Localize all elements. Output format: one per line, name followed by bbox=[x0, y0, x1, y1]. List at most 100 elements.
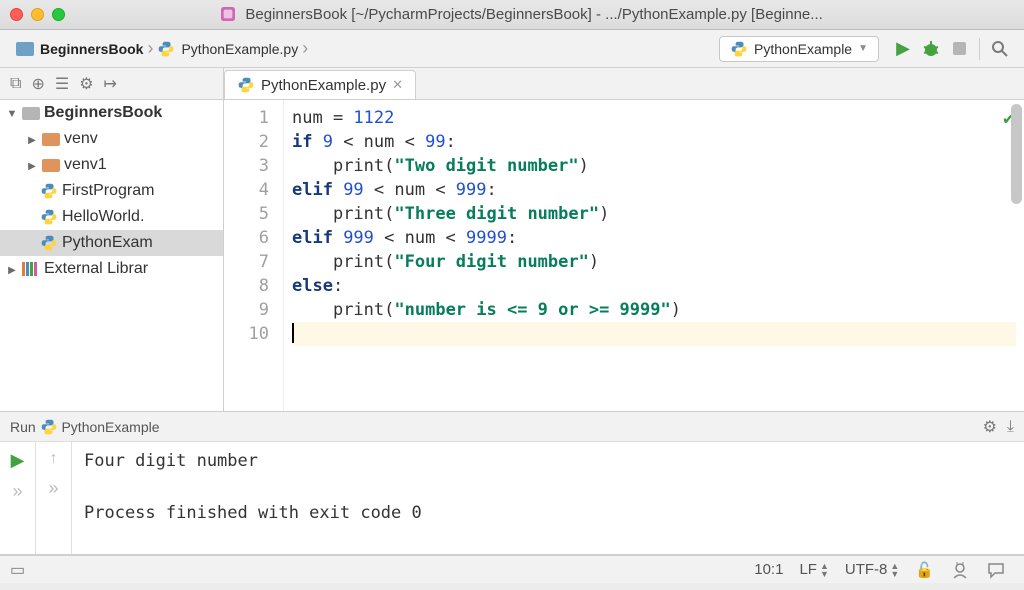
caret bbox=[292, 323, 294, 343]
run-config-label: PythonExample bbox=[754, 41, 852, 57]
console-output: Process finished with exit code 0 bbox=[84, 503, 422, 523]
tree-folder-label: venv1 bbox=[64, 156, 107, 174]
run-console[interactable]: Four digit number Process finished with … bbox=[72, 442, 1024, 554]
breadcrumb-project-label: BeginnersBook bbox=[40, 41, 143, 57]
project-toolbar: ⧉ ⊕ ☰ ⚙ ↦ bbox=[0, 68, 224, 99]
run-tool-window: Run PythonExample ⚙ ⤓ ▶ » ↑ » Four digit… bbox=[0, 412, 1024, 555]
run-tool-label: Run bbox=[10, 419, 36, 435]
breadcrumb-file[interactable]: PythonExample.py bbox=[151, 38, 304, 60]
expand-arrow-icon[interactable] bbox=[26, 132, 38, 146]
collapse-all-icon[interactable]: ☰ bbox=[55, 74, 69, 94]
chevron-right-icon: › bbox=[302, 38, 308, 59]
breadcrumb-file-label: PythonExample.py bbox=[181, 41, 298, 57]
code-line: print("Three digit number") bbox=[292, 202, 1016, 226]
folder-icon bbox=[16, 42, 34, 56]
editor-scrollbar[interactable] bbox=[1011, 104, 1022, 204]
main-area: BeginnersBook venv venv1 FirstProgram He… bbox=[0, 100, 1024, 412]
run-side-toolbar-1: ▶ » bbox=[0, 442, 36, 554]
code-line-current bbox=[292, 322, 1016, 346]
project-tree[interactable]: BeginnersBook venv venv1 FirstProgram He… bbox=[0, 100, 224, 411]
folder-icon bbox=[42, 133, 60, 146]
tree-external-label: External Librar bbox=[44, 260, 148, 278]
close-tab-icon[interactable]: ✕ bbox=[392, 77, 403, 93]
window-controls bbox=[10, 8, 65, 21]
search-icon bbox=[991, 40, 1009, 58]
maximize-window-button[interactable] bbox=[52, 8, 65, 21]
rerun-button[interactable]: ▶ bbox=[11, 450, 25, 471]
up-arrow-icon[interactable]: ↑ bbox=[50, 450, 58, 468]
chevron-double-icon[interactable]: » bbox=[48, 478, 58, 499]
folder-icon bbox=[42, 159, 60, 172]
stop-button[interactable] bbox=[947, 37, 971, 61]
module-icon bbox=[22, 107, 40, 120]
tree-file[interactable]: HelloWorld. bbox=[0, 204, 223, 230]
encoding-selector[interactable]: UTF-8▲▼ bbox=[845, 561, 899, 578]
close-window-button[interactable] bbox=[10, 8, 23, 21]
editor-tab-active[interactable]: PythonExample.py ✕ bbox=[224, 70, 416, 99]
tree-external-libraries[interactable]: External Librar bbox=[0, 256, 223, 282]
tree-file-label: FirstProgram bbox=[62, 182, 154, 200]
libraries-icon bbox=[22, 262, 40, 276]
stop-icon bbox=[953, 42, 966, 55]
inspector-icon[interactable] bbox=[950, 560, 970, 580]
expand-arrow-icon[interactable] bbox=[6, 106, 18, 120]
bug-icon bbox=[921, 39, 941, 59]
editor-tab-label: PythonExample.py bbox=[261, 77, 386, 94]
python-file-icon bbox=[40, 418, 58, 436]
python-file-icon bbox=[730, 40, 748, 58]
debug-button[interactable] bbox=[919, 37, 943, 61]
tree-folder[interactable]: venv bbox=[0, 126, 223, 152]
run-side-toolbar-2: ↑ » bbox=[36, 442, 72, 554]
caret-position[interactable]: 10:1 bbox=[754, 561, 783, 578]
tool-tab-bar: ⧉ ⊕ ☰ ⚙ ↦ PythonExample.py ✕ bbox=[0, 68, 1024, 100]
editor-content[interactable]: num = 1122 if 9 < num < 99: print("Two d… bbox=[284, 100, 1024, 411]
run-tool-config-label: PythonExample bbox=[61, 419, 159, 435]
search-everywhere-button[interactable] bbox=[988, 37, 1012, 61]
minimize-window-button[interactable] bbox=[31, 8, 44, 21]
tree-folder[interactable]: venv1 bbox=[0, 152, 223, 178]
tree-file-selected[interactable]: PythonExam bbox=[0, 230, 223, 256]
scroll-to-source-icon[interactable]: ⊕ bbox=[31, 74, 44, 94]
tree-file-label: PythonExam bbox=[62, 234, 153, 252]
settings-gear-icon[interactable]: ⚙ bbox=[79, 74, 93, 94]
code-line: elif 99 < num < 999: bbox=[292, 178, 1016, 202]
status-bar: ▭ 10:1 LF▲▼ UTF-8▲▼ 🔓 bbox=[0, 555, 1024, 583]
python-file-icon bbox=[40, 182, 58, 200]
python-file-icon bbox=[157, 40, 175, 58]
run-config-selector[interactable]: PythonExample ▼ bbox=[719, 36, 879, 62]
console-output: Four digit number bbox=[84, 451, 258, 471]
python-file-icon bbox=[40, 208, 58, 226]
chevron-double-icon[interactable]: » bbox=[12, 481, 22, 502]
run-button[interactable]: ▶ bbox=[891, 37, 915, 61]
hide-tool-window-icon[interactable]: ↦ bbox=[104, 74, 117, 94]
run-tool-header: Run PythonExample ⚙ ⤓ bbox=[0, 412, 1024, 442]
tool-window-bars-icon[interactable]: ▭ bbox=[10, 560, 25, 580]
settings-gear-icon[interactable]: ⚙ bbox=[983, 417, 997, 437]
play-icon: ▶ bbox=[896, 38, 910, 59]
code-line: num = 1122 bbox=[292, 106, 1016, 130]
code-line: print("Four digit number") bbox=[292, 250, 1016, 274]
select-opened-file-icon[interactable]: ⧉ bbox=[10, 75, 21, 93]
tree-file-label: HelloWorld. bbox=[62, 208, 144, 226]
code-line: elif 999 < num < 9999: bbox=[292, 226, 1016, 250]
feedback-icon[interactable] bbox=[986, 560, 1006, 580]
read-only-lock-icon[interactable]: 🔓 bbox=[915, 561, 934, 579]
python-file-icon bbox=[40, 234, 58, 252]
python-file-icon bbox=[237, 76, 255, 94]
separator bbox=[979, 38, 980, 60]
line-separator-selector[interactable]: LF▲▼ bbox=[799, 561, 828, 578]
code-editor[interactable]: 12345678910 num = 1122 if 9 < num < 99: … bbox=[224, 100, 1024, 411]
navigation-bar: BeginnersBook › PythonExample.py › Pytho… bbox=[0, 30, 1024, 68]
editor-tabs: PythonExample.py ✕ bbox=[224, 68, 416, 99]
expand-arrow-icon[interactable] bbox=[6, 262, 18, 276]
tree-root[interactable]: BeginnersBook bbox=[0, 100, 223, 126]
gutter-line-numbers: 12345678910 bbox=[224, 100, 284, 411]
breadcrumb-project[interactable]: BeginnersBook bbox=[10, 39, 149, 59]
title-bar: BeginnersBook [~/PycharmProjects/Beginne… bbox=[0, 0, 1024, 30]
tree-file[interactable]: FirstProgram bbox=[0, 178, 223, 204]
chevron-down-icon: ▼ bbox=[858, 43, 868, 54]
run-tool-body: ▶ » ↑ » Four digit number Process finish… bbox=[0, 442, 1024, 554]
expand-arrow-icon[interactable] bbox=[26, 158, 38, 172]
tree-root-label: BeginnersBook bbox=[44, 104, 162, 122]
hide-tool-window-icon[interactable]: ⤓ bbox=[1007, 418, 1014, 436]
